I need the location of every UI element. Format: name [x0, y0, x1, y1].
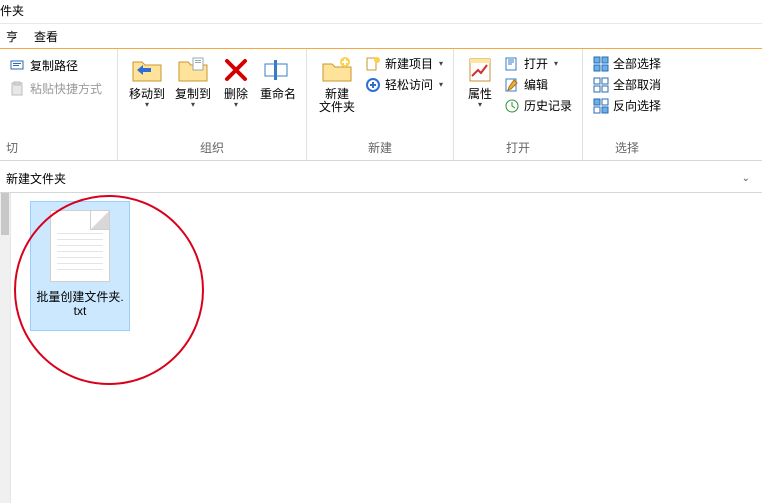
- dropdown-caret-icon: ▾: [145, 102, 149, 108]
- ribbon-group-clipboard: 复制路径 粘贴快捷方式 切: [0, 48, 118, 160]
- easy-access-icon: [365, 77, 381, 93]
- open-button[interactable]: 打开 ▾: [504, 54, 572, 73]
- dropdown-caret-icon: ▾: [439, 59, 443, 68]
- window-title-area: 件夹: [0, 0, 762, 24]
- new-folder-button[interactable]: 新建 文件夹: [313, 52, 361, 137]
- dropdown-caret-icon: ▾: [478, 102, 482, 108]
- edit-icon: [504, 77, 520, 93]
- history-label: 历史记录: [524, 97, 572, 114]
- file-name-label: 批量创建文件夹. txt: [36, 290, 123, 318]
- ribbon: 复制路径 粘贴快捷方式 切 移动到 ▾: [0, 48, 762, 161]
- new-folder-label: 新建 文件夹: [319, 88, 355, 114]
- history-button[interactable]: 历史记录: [504, 96, 572, 115]
- select-group-label: 选择: [589, 137, 665, 158]
- rename-icon: [262, 54, 294, 86]
- new-group-label: 新建: [313, 137, 447, 158]
- file-list-area: 批量创建文件夹. txt: [0, 193, 762, 503]
- new-item-button[interactable]: 新建项目 ▾: [365, 54, 443, 73]
- rename-label: 重命名: [260, 88, 296, 101]
- paste-shortcut-label: 粘贴快捷方式: [30, 80, 102, 97]
- select-all-label: 全部选择: [613, 55, 661, 72]
- nav-scrollbar[interactable]: [0, 193, 11, 503]
- history-icon: [504, 98, 520, 114]
- select-none-button[interactable]: 全部取消: [593, 75, 661, 94]
- copy-path-icon: [10, 58, 26, 74]
- move-to-button[interactable]: 移动到 ▾: [124, 52, 170, 137]
- paste-shortcut-button: 粘贴快捷方式: [8, 79, 109, 98]
- text-file-icon: [50, 210, 110, 282]
- delete-button[interactable]: 删除 ▾: [216, 52, 256, 137]
- dropdown-caret-icon: ▾: [439, 80, 443, 89]
- move-to-icon: [131, 54, 163, 86]
- open-icon: [504, 56, 520, 72]
- scrollbar-thumb[interactable]: [1, 193, 9, 235]
- select-all-button[interactable]: 全部选择: [593, 54, 661, 73]
- invert-selection-label: 反向选择: [613, 97, 661, 114]
- properties-icon: [464, 54, 496, 86]
- delete-icon: [220, 54, 252, 86]
- file-item[interactable]: 批量创建文件夹. txt: [30, 201, 130, 331]
- copy-path-label: 复制路径: [30, 57, 78, 74]
- easy-access-label: 轻松访问: [385, 76, 433, 93]
- address-dropdown-icon[interactable]: ⌄: [736, 173, 756, 184]
- address-path: 新建文件夹: [6, 170, 736, 187]
- dropdown-caret-icon: ▾: [554, 59, 558, 68]
- dropdown-caret-icon: ▾: [234, 102, 238, 108]
- menu-share[interactable]: 亨: [6, 28, 18, 45]
- open-group-label: 打开: [460, 137, 576, 158]
- new-item-label: 新建项目: [385, 55, 433, 72]
- ribbon-group-open: 属性 ▾ 打开 ▾ 编辑: [454, 48, 583, 160]
- ribbon-group-select: 全部选择 全部取消 反向选择 选择: [583, 48, 671, 160]
- copy-to-button[interactable]: 复制到 ▾: [170, 52, 216, 137]
- window-title: 件夹: [0, 4, 24, 18]
- menu-view[interactable]: 查看: [34, 28, 58, 45]
- edit-label: 编辑: [524, 76, 548, 93]
- menu-bar: 亨 查看: [0, 24, 762, 48]
- new-item-icon: [365, 56, 381, 72]
- open-label: 打开: [524, 55, 548, 72]
- edit-button[interactable]: 编辑: [504, 75, 572, 94]
- select-all-icon: [593, 56, 609, 72]
- dropdown-caret-icon: ▾: [191, 102, 195, 108]
- easy-access-button[interactable]: 轻松访问 ▾: [365, 75, 443, 94]
- copy-path-button[interactable]: 复制路径: [8, 56, 109, 75]
- select-none-icon: [593, 77, 609, 93]
- invert-selection-icon: [593, 98, 609, 114]
- new-folder-icon: [321, 54, 353, 86]
- ribbon-group-organize: 移动到 ▾ 复制到 ▾ 删除 ▾ 重命名: [118, 48, 307, 160]
- paste-shortcut-icon: [10, 81, 26, 97]
- invert-selection-button[interactable]: 反向选择: [593, 96, 661, 115]
- properties-button[interactable]: 属性 ▾: [460, 52, 500, 137]
- select-none-label: 全部取消: [613, 76, 661, 93]
- clipboard-fragment-label: 切: [6, 137, 111, 158]
- ribbon-group-new: 新建 文件夹 新建项目 ▾ 轻松访问 ▾ 新建: [307, 48, 454, 160]
- ribbon-accent-border: [0, 48, 762, 49]
- rename-button[interactable]: 重命名: [256, 52, 300, 137]
- address-bar[interactable]: 新建文件夹 ⌄: [0, 165, 762, 193]
- copy-to-icon: [177, 54, 209, 86]
- organize-group-label: 组织: [124, 137, 300, 158]
